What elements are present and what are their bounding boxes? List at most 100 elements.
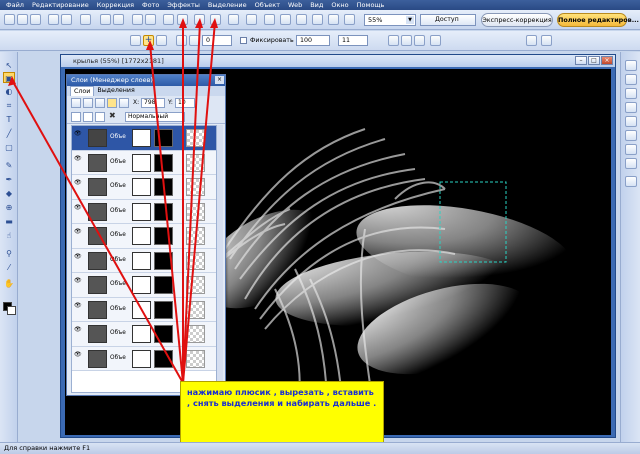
new-file-icon[interactable] bbox=[4, 14, 15, 25]
add-mode-icon[interactable]: + bbox=[143, 35, 154, 46]
merge-layer-icon[interactable] bbox=[95, 98, 105, 108]
eye-icon[interactable]: 👁 bbox=[74, 130, 82, 137]
shape-tool-icon[interactable]: ▢ bbox=[3, 142, 15, 153]
browser-icon[interactable] bbox=[100, 14, 111, 25]
eye-icon[interactable]: 👁 bbox=[74, 351, 82, 358]
menu-view[interactable]: Вид bbox=[306, 1, 327, 9]
palette-icon[interactable] bbox=[625, 116, 637, 127]
layer-order-icon[interactable] bbox=[119, 98, 129, 108]
access-button[interactable]: Доступ bbox=[420, 14, 476, 26]
layer-row[interactable]: 👁 Объе bbox=[72, 248, 216, 273]
layer-row[interactable]: 👁 Объе bbox=[72, 346, 216, 371]
save-icon[interactable] bbox=[30, 14, 41, 25]
eye-icon[interactable]: 👁 bbox=[74, 277, 82, 284]
zoom-select[interactable]: 55% ▼ bbox=[364, 14, 416, 26]
menu-window[interactable]: Окно bbox=[327, 1, 352, 9]
zoom-tool-icon[interactable]: ⚲ bbox=[3, 248, 15, 259]
duplicate-layer-icon[interactable] bbox=[83, 98, 93, 108]
effects-panel-icon[interactable] bbox=[625, 130, 637, 141]
eye-icon[interactable]: 👁 bbox=[74, 179, 82, 186]
grid-icon[interactable] bbox=[430, 35, 441, 46]
eye-icon[interactable]: 👁 bbox=[74, 155, 82, 162]
layer-row[interactable]: 👁 Объе bbox=[72, 175, 216, 200]
layer-row[interactable]: 👁 Объе bbox=[72, 224, 216, 249]
redo-icon[interactable] bbox=[246, 14, 257, 25]
web-icon[interactable] bbox=[163, 14, 174, 25]
layer-row[interactable]: 👁 Объе bbox=[72, 297, 216, 322]
layer-row[interactable]: 👁 Объе bbox=[72, 150, 216, 175]
eye-icon[interactable]: 👁 bbox=[74, 302, 82, 309]
expand-icon[interactable] bbox=[625, 176, 637, 187]
selection-mode-1-icon[interactable] bbox=[388, 35, 399, 46]
menu-effects[interactable]: Эффекты bbox=[163, 1, 204, 9]
info-icon[interactable] bbox=[625, 102, 637, 113]
print-icon[interactable] bbox=[48, 14, 59, 25]
open-file-icon[interactable] bbox=[17, 14, 28, 25]
camera-icon[interactable] bbox=[145, 14, 156, 25]
shape-icon[interactable] bbox=[176, 35, 187, 46]
menu-selection[interactable]: Выделение bbox=[204, 1, 251, 9]
feather-icon[interactable] bbox=[189, 35, 200, 46]
brush-tool-icon[interactable]: ✎ bbox=[3, 160, 15, 171]
background-color-swatch[interactable] bbox=[7, 306, 16, 315]
eye-icon[interactable]: 👁 bbox=[74, 326, 82, 333]
smudge-tool-icon[interactable]: ☝ bbox=[3, 230, 15, 241]
tab-layers[interactable]: Слои bbox=[70, 86, 95, 96]
fit-icon[interactable] bbox=[328, 14, 339, 25]
rotate-icon[interactable] bbox=[296, 14, 307, 25]
selection-mode-2-icon[interactable] bbox=[401, 35, 412, 46]
layers-scrollbar[interactable] bbox=[217, 125, 223, 393]
email-icon[interactable] bbox=[80, 14, 91, 25]
menu-help[interactable]: Помощь bbox=[353, 1, 389, 9]
x-field[interactable]: 798 bbox=[141, 98, 165, 108]
line-tool-icon[interactable]: ╱ bbox=[3, 128, 15, 139]
tab-selections[interactable]: Выделения bbox=[94, 86, 137, 96]
layer-list[interactable]: 👁 Объе 👁 Объе 👁 Объе 👁 Объе 👁 Объе 👁 Объ… bbox=[71, 125, 217, 393]
menu-file[interactable]: Файл bbox=[2, 1, 28, 9]
text-tool-icon[interactable]: T bbox=[3, 114, 15, 125]
paste-icon[interactable] bbox=[210, 14, 221, 25]
lasso-tool-icon[interactable]: ◐ bbox=[3, 86, 15, 97]
delete-layer-icon[interactable]: ✖ bbox=[109, 111, 116, 120]
menu-correction[interactable]: Коррекция bbox=[93, 1, 138, 9]
width-field[interactable]: 100 bbox=[296, 35, 330, 46]
fill-tool-icon[interactable]: ◆ bbox=[3, 188, 15, 199]
eraser-tool-icon[interactable]: ▬ bbox=[3, 216, 15, 227]
crop-icon[interactable] bbox=[312, 14, 323, 25]
menu-object[interactable]: Объект bbox=[251, 1, 284, 9]
history-icon[interactable] bbox=[625, 88, 637, 99]
hand-tool-icon[interactable]: ✋ bbox=[3, 278, 15, 289]
script-icon[interactable] bbox=[625, 158, 637, 169]
actual-size-icon[interactable] bbox=[344, 14, 355, 25]
options-icon[interactable] bbox=[526, 35, 537, 46]
visibility-icon[interactable] bbox=[95, 112, 105, 122]
help-icon[interactable] bbox=[541, 35, 552, 46]
navigator-icon[interactable] bbox=[625, 60, 637, 71]
blend-mode-select[interactable]: Нормальный bbox=[125, 112, 185, 122]
pointer-tool-icon[interactable]: ↖ bbox=[3, 60, 15, 71]
scan-icon[interactable] bbox=[61, 14, 72, 25]
brushes-icon[interactable] bbox=[625, 144, 637, 155]
move-mode-icon[interactable] bbox=[130, 35, 141, 46]
maximize-button[interactable]: □ bbox=[588, 56, 600, 65]
pen-tool-icon[interactable]: ✒ bbox=[3, 174, 15, 185]
express-correction-button[interactable]: Экспресс-коррекция bbox=[481, 13, 553, 27]
y-field[interactable]: 10 bbox=[175, 98, 195, 108]
scanner-icon[interactable] bbox=[132, 14, 143, 25]
lock-icon[interactable] bbox=[71, 112, 81, 122]
undo-icon[interactable] bbox=[228, 14, 239, 25]
menu-web[interactable]: Web bbox=[284, 1, 306, 9]
crop-tool-icon[interactable]: ⌗ bbox=[3, 100, 15, 111]
clone-tool-icon[interactable]: ⊕ bbox=[3, 202, 15, 213]
flip-icon[interactable] bbox=[280, 14, 291, 25]
cut-icon[interactable] bbox=[177, 14, 188, 25]
selection-tool-icon[interactable]: ▣ bbox=[3, 72, 15, 83]
layer-row[interactable]: 👁 Объе bbox=[72, 273, 216, 298]
height-field[interactable]: 11 bbox=[338, 35, 368, 46]
menu-photo[interactable]: Фото bbox=[138, 1, 163, 9]
eye-icon[interactable]: 👁 bbox=[74, 228, 82, 235]
magic-icon[interactable] bbox=[264, 14, 275, 25]
full-edit-button[interactable]: Полное редактиров... bbox=[557, 13, 639, 27]
selection-mode-3-icon[interactable] bbox=[414, 35, 425, 46]
layers-close-icon[interactable]: × bbox=[215, 76, 224, 84]
